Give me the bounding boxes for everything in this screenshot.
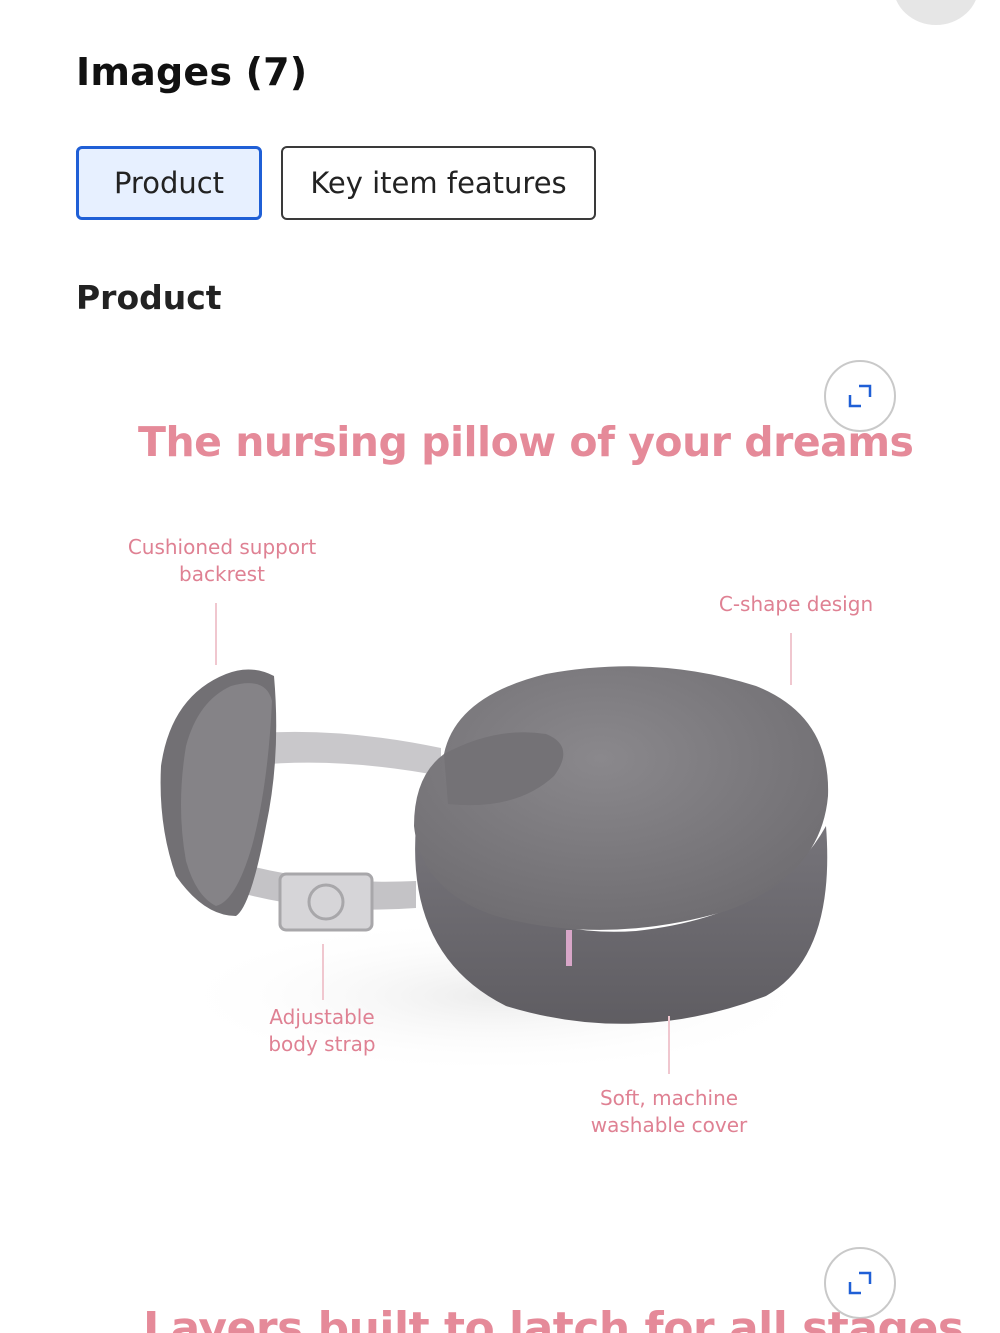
expand-icon — [848, 1271, 872, 1295]
page-title: Images (7) — [76, 50, 308, 94]
leader-line — [322, 944, 324, 1000]
nursing-pillow-illustration — [160, 666, 829, 1076]
tab-key-item-features[interactable]: Key item features — [281, 146, 596, 220]
tab-key-item-features-label: Key item features — [310, 166, 567, 200]
product-image-nursing-pillow[interactable]: The nursing pillow of your dreams Cushio… — [76, 356, 924, 1200]
leader-line — [668, 1016, 670, 1074]
tab-product[interactable]: Product — [76, 146, 262, 220]
top-right-circle-button[interactable] — [893, 0, 979, 25]
callout-cover: Soft, machine washable cover — [590, 1086, 748, 1137]
image-headline: Layers built to latch for all stages — [143, 1303, 964, 1333]
callout-strap: Adjustable body strap — [268, 1005, 376, 1056]
section-title: Product — [76, 278, 222, 317]
product-image-layers[interactable]: Layers built to latch for all stages — [0, 1245, 1000, 1333]
tab-product-label: Product — [113, 166, 225, 200]
